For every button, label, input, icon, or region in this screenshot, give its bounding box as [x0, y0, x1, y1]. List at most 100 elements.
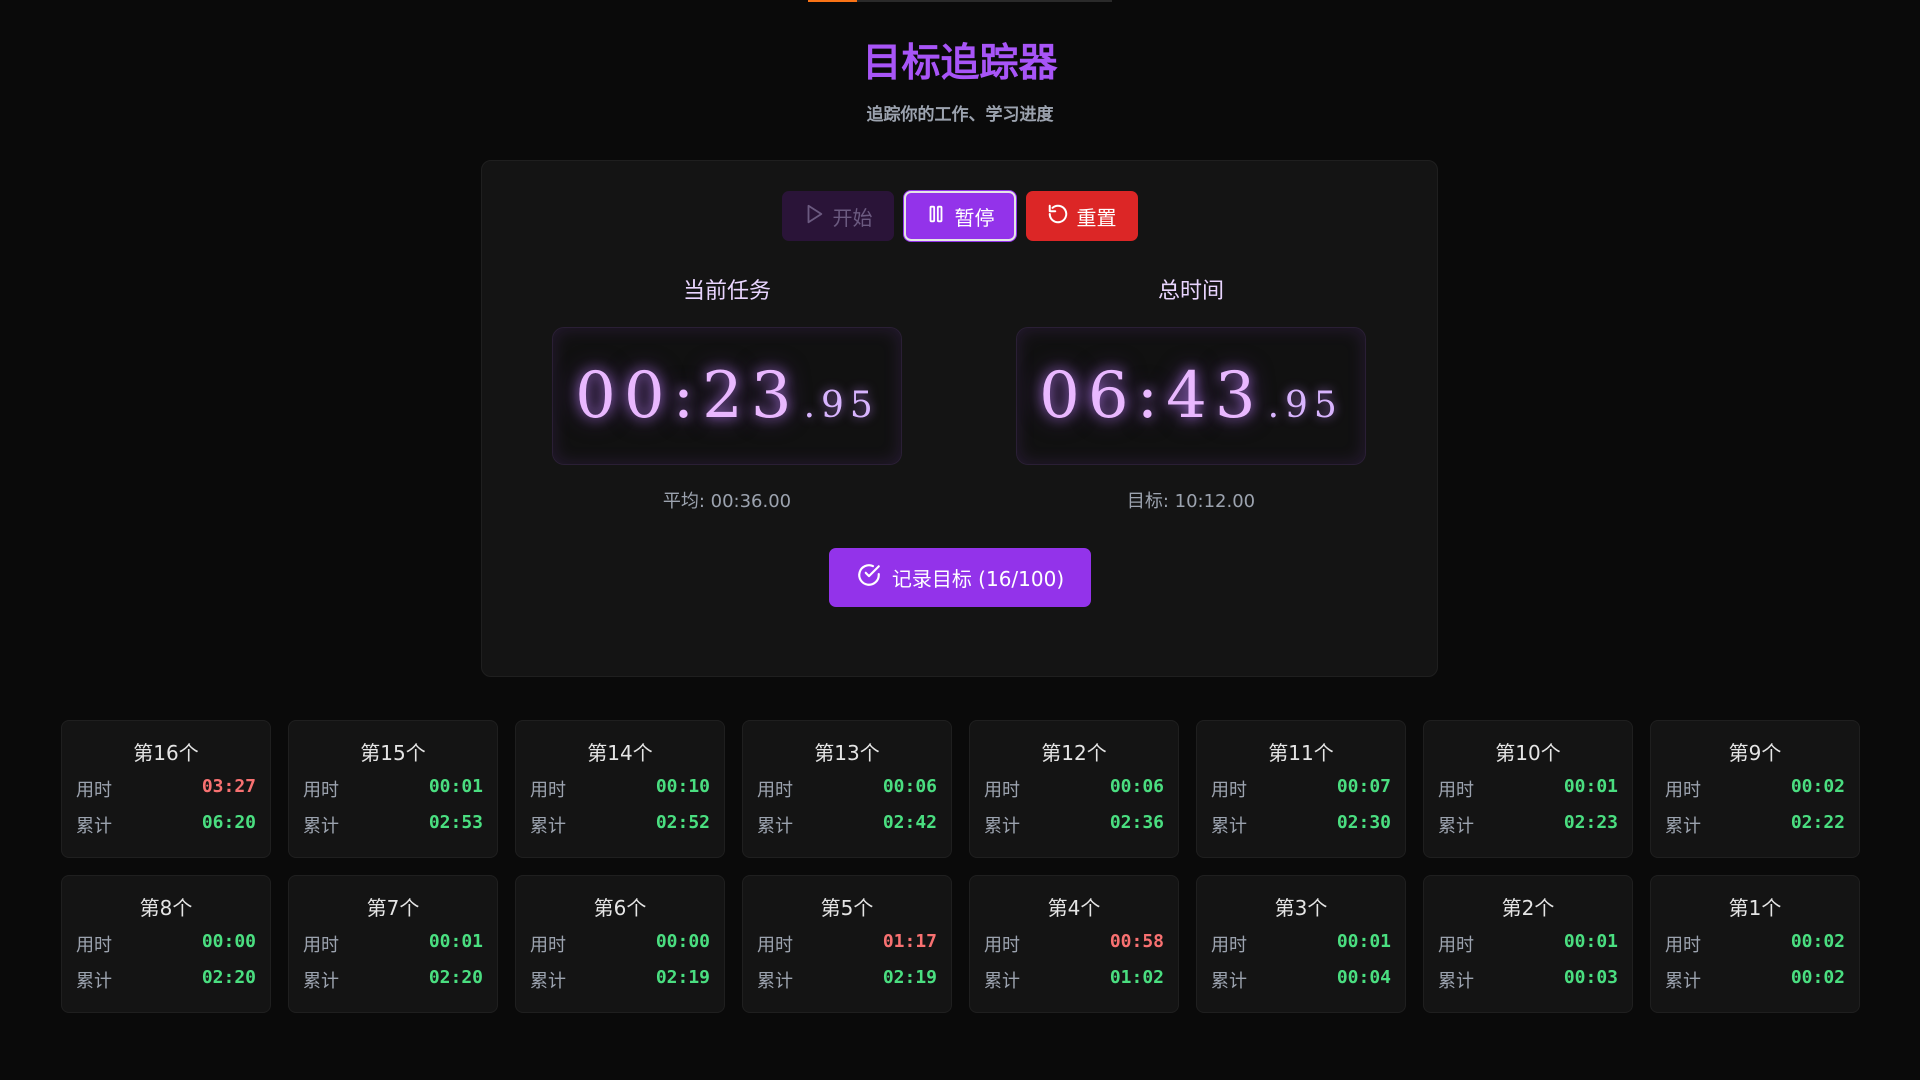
cumulative-label: 累计	[76, 816, 112, 837]
current-task-label: 当前任务	[682, 279, 771, 304]
entry-cumulative-row: 累计 02:23	[1424, 812, 1632, 838]
cumulative-label: 累计	[1438, 816, 1474, 837]
cumulative-value: 02:20	[201, 967, 256, 988]
cumulative-label: 累计	[1211, 971, 1247, 992]
cumulative-label: 累计	[1211, 816, 1247, 837]
entry-cumulative-row: 累计 00:04	[1197, 967, 1405, 993]
entry-cumulative-row: 累计 02:19	[743, 967, 951, 993]
entry-elapsed-row: 用时 00:02	[1651, 931, 1859, 957]
total-time-label: 总时间	[1157, 279, 1224, 304]
entry-cumulative-row: 累计 06:20	[62, 812, 270, 838]
timer-panel: 开始 暂停 重置 当前任务 00:23 .95 平均: 00:36.00 总时间…	[481, 160, 1438, 677]
entry-cumulative-row: 累计 02:22	[1651, 812, 1859, 838]
start-button[interactable]: 开始	[781, 191, 894, 241]
entry-cumulative-row: 累计 02:30	[1197, 812, 1405, 838]
entry-elapsed-row: 用时 00:10	[516, 776, 724, 802]
pause-button-label: 暂停	[954, 205, 995, 230]
pause-button[interactable]: 暂停	[903, 191, 1016, 241]
elapsed-value: 03:27	[201, 776, 256, 797]
entry-cumulative-row: 累计 02:20	[289, 967, 497, 993]
cumulative-label: 累计	[984, 971, 1020, 992]
entry-cumulative-row: 累计 00:03	[1424, 967, 1632, 993]
entry-title: 第15个	[360, 741, 426, 765]
elapsed-label: 用时	[757, 780, 793, 801]
entry-cumulative-row: 累计 02:20	[62, 967, 270, 993]
entry-elapsed-row: 用时 00:01	[1424, 776, 1632, 802]
elapsed-value: 00:07	[1336, 776, 1391, 797]
elapsed-label: 用时	[1211, 935, 1247, 956]
cumulative-value: 02:19	[655, 967, 710, 988]
cumulative-value: 02:22	[1790, 812, 1845, 833]
entry-elapsed-row: 用时 00:01	[1424, 931, 1632, 957]
entry-cumulative-row: 累计 00:02	[1651, 967, 1859, 993]
elapsed-label: 用时	[530, 780, 566, 801]
reset-button[interactable]: 重置	[1025, 191, 1138, 241]
current-task-display: 00:23 .95	[552, 327, 902, 465]
cumulative-label: 累计	[530, 971, 566, 992]
rotate-ccw-icon	[1047, 203, 1069, 230]
entry-elapsed-row: 用时 00:06	[970, 776, 1178, 802]
cumulative-value: 02:53	[428, 812, 483, 833]
record-goal-label: 记录目标 (16/100)	[891, 567, 1065, 591]
entry-elapsed-row: 用时 00:01	[289, 776, 497, 802]
entry-title: 第1个	[1728, 896, 1782, 920]
cumulative-label: 累计	[757, 971, 793, 992]
entry-title: 第4个	[1047, 896, 1101, 920]
entry-elapsed-row: 用时 00:00	[516, 931, 724, 957]
entry-card: 第14个 用时 00:10 累计 02:52	[515, 720, 725, 858]
elapsed-label: 用时	[1438, 780, 1474, 801]
elapsed-label: 用时	[530, 935, 566, 956]
entry-elapsed-row: 用时 00:02	[1651, 776, 1859, 802]
entry-title: 第7个	[366, 896, 420, 920]
cumulative-value: 02:30	[1336, 812, 1391, 833]
check-circle-icon	[856, 562, 882, 593]
elapsed-value: 00:01	[428, 776, 483, 797]
elapsed-value: 00:58	[1109, 931, 1164, 952]
reset-button-label: 重置	[1076, 205, 1117, 230]
entry-elapsed-row: 用时 00:01	[289, 931, 497, 957]
top-progress-fill	[808, 0, 857, 2]
entry-title: 第14个	[587, 741, 653, 765]
cumulative-label: 累计	[1665, 971, 1701, 992]
cumulative-label: 累计	[303, 971, 339, 992]
entry-cumulative-row: 累计 02:53	[289, 812, 497, 838]
entry-card: 第7个 用时 00:01 累计 02:20	[288, 875, 498, 1013]
entry-title: 第2个	[1501, 896, 1555, 920]
cumulative-value: 02:20	[428, 967, 483, 988]
elapsed-label: 用时	[76, 935, 112, 956]
elapsed-value: 00:01	[1336, 931, 1391, 952]
start-button-label: 开始	[832, 205, 873, 230]
cumulative-label: 累计	[303, 816, 339, 837]
elapsed-label: 用时	[76, 780, 112, 801]
elapsed-value: 00:06	[1109, 776, 1164, 797]
cumulative-value: 01:02	[1109, 967, 1164, 988]
cumulative-label: 累计	[76, 971, 112, 992]
entry-elapsed-row: 用时 00:07	[1197, 776, 1405, 802]
entry-card: 第8个 用时 00:00 累计 02:20	[61, 875, 271, 1013]
elapsed-value: 00:02	[1790, 776, 1845, 797]
entry-card: 第9个 用时 00:02 累计 02:22	[1650, 720, 1860, 858]
entry-elapsed-row: 用时 00:06	[743, 776, 951, 802]
cumulative-label: 累计	[757, 816, 793, 837]
cumulative-value: 02:36	[1109, 812, 1164, 833]
cumulative-value: 00:02	[1790, 967, 1845, 988]
pause-icon	[925, 203, 947, 230]
entry-card: 第5个 用时 01:17 累计 02:19	[742, 875, 952, 1013]
elapsed-label: 用时	[1211, 780, 1247, 801]
entry-elapsed-row: 用时 01:17	[743, 931, 951, 957]
elapsed-value: 00:01	[428, 931, 483, 952]
entry-card: 第15个 用时 00:01 累计 02:53	[288, 720, 498, 858]
elapsed-value: 00:00	[655, 931, 710, 952]
entry-elapsed-row: 用时 03:27	[62, 776, 270, 802]
header: 目标追踪器 追踪你的工作、学习进度	[0, 38, 1920, 125]
cumulative-value: 02:23	[1563, 812, 1618, 833]
elapsed-label: 用时	[303, 935, 339, 956]
entry-card: 第2个 用时 00:01 累计 00:03	[1423, 875, 1633, 1013]
record-goal-button[interactable]: 记录目标 (16/100)	[829, 548, 1091, 607]
total-time-ms: .95	[1267, 385, 1343, 426]
entry-cumulative-row: 累计 02:19	[516, 967, 724, 993]
entry-title: 第3个	[1274, 896, 1328, 920]
elapsed-label: 用时	[303, 780, 339, 801]
elapsed-value: 00:02	[1790, 931, 1845, 952]
cumulative-value: 02:42	[882, 812, 937, 833]
